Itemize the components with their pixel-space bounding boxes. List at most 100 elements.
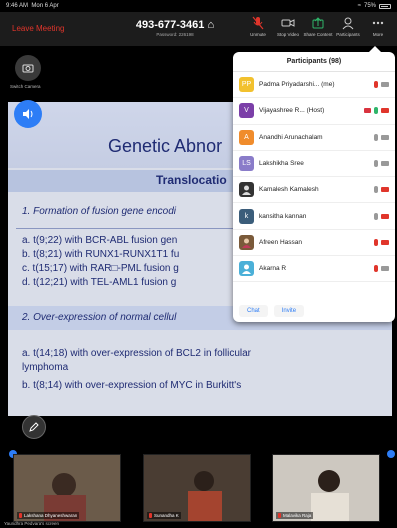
chat-button[interactable]: Chat <box>239 305 268 317</box>
meeting-info[interactable]: 493-677-3461 ⌂ Password: 226198 <box>120 19 230 37</box>
wifi-icon: ≈ <box>357 3 361 9</box>
unmute-button[interactable]: Unmute <box>243 16 273 37</box>
tile-name-label: Sunandha K <box>147 512 181 519</box>
toolbar-buttons: Unmute Stop Video Share Content Particip… <box>243 16 393 37</box>
battery-percent: 75% <box>363 3 376 9</box>
avatar: PP <box>239 77 254 93</box>
participant-status <box>374 133 389 141</box>
mic-icon <box>374 133 378 141</box>
mic-muted-icon <box>374 81 378 89</box>
share-content-button[interactable]: Share Content <box>303 16 333 37</box>
mic-icon <box>374 186 378 194</box>
video-off-icon <box>381 187 389 193</box>
slide-line: lymphoma <box>22 362 69 373</box>
slide-line: 1. Formation of fusion gene encodi <box>22 206 176 217</box>
slide-line: a. t(14;18) with over-expression of BCL2… <box>22 348 251 359</box>
video-icon <box>381 82 389 88</box>
participants-button[interactable]: Participants <box>333 16 363 37</box>
avatar: V <box>239 103 254 119</box>
more-button[interactable]: More <box>363 16 393 37</box>
participant-name: Afreen Hassan <box>259 238 302 246</box>
participant-row[interactable]: Afreen Hassan <box>233 230 395 257</box>
switch-camera-button[interactable] <box>15 55 41 81</box>
profile-photo-icon <box>242 238 251 248</box>
participant-name: kansitha kannan <box>259 212 307 220</box>
video-off-icon <box>381 213 389 219</box>
mic-icon <box>374 212 378 220</box>
invite-button[interactable]: Invite <box>273 305 305 317</box>
slide-title: Genetic Abnor <box>108 136 223 156</box>
mic-icon <box>374 107 378 115</box>
avatar <box>239 182 254 198</box>
scroll-right-indicator[interactable] <box>387 450 395 458</box>
participant-name: Lakshikha Sree <box>259 160 304 168</box>
meeting-toolbar: Leave Meeting 493-677-3461 ⌂ Password: 2… <box>0 12 397 46</box>
participants-footer: Chat Invite <box>233 300 395 322</box>
avatar: LS <box>239 156 254 172</box>
avatar: A <box>239 129 254 145</box>
participant-row[interactable]: Akarna R <box>233 256 395 283</box>
video-tile[interactable]: Lakshana Dhyaneshwaran <box>13 454 121 522</box>
meeting-id: 493-677-3461 ⌂ <box>135 19 215 31</box>
participant-row[interactable]: V Vijayashree R... (Host) <box>233 98 395 125</box>
participants-icon <box>342 17 354 30</box>
leave-meeting-button[interactable]: Leave Meeting <box>12 24 64 33</box>
mic-muted-icon <box>149 513 152 518</box>
avatar <box>239 234 254 250</box>
participant-status <box>364 107 389 115</box>
annotate-button[interactable] <box>22 415 46 439</box>
slide-line: b. t(8;21) with RUNX1-RUNX1T1 fu <box>22 249 180 260</box>
mic-muted-icon <box>19 513 22 518</box>
slide-line: a. t(9;22) with BCR-ABL fusion gen <box>22 235 178 246</box>
switch-camera-label: Switch Camera <box>10 84 41 89</box>
profile-photo-icon <box>242 185 251 196</box>
participant-name: Akarna R <box>259 265 287 273</box>
slide-line: d. t(12;21) with TEL-AML1 fusion g <box>22 277 177 288</box>
participant-name: Kamalesh Kamalesh <box>259 186 319 194</box>
slide-subtitle: Translocatio <box>156 173 227 187</box>
screen-share-owner-label: Yaundhra Pedvara's screen <box>4 521 60 526</box>
host-badge-icon <box>364 108 371 114</box>
participant-name: Padma Priyadarshi... (me) <box>259 81 335 89</box>
lock-icon: ⌂ <box>207 19 215 31</box>
participant-status <box>374 265 389 273</box>
participant-row[interactable]: A Anandhi Arunachalam <box>233 125 395 151</box>
participant-row[interactable]: Kamalesh Kamalesh <box>233 177 395 204</box>
tile-name-label: Lakshana Dhyaneshwaran <box>17 512 80 519</box>
video-icon <box>381 134 389 140</box>
video-tile[interactable]: Malavika Raja <box>272 454 380 522</box>
meeting-password: Password: 226198 <box>156 32 194 37</box>
video-icon <box>381 161 389 167</box>
share-icon <box>312 17 324 29</box>
participant-status <box>374 160 389 168</box>
participant-status <box>374 186 389 194</box>
video-icon <box>281 19 295 27</box>
profile-photo-icon <box>242 264 251 275</box>
battery-icon <box>379 3 391 9</box>
participant-status <box>374 238 389 246</box>
video-tile[interactable]: Sunandha K <box>143 454 251 522</box>
participants-panel: Participants (98) PP Padma Priyadarshi..… <box>233 46 395 322</box>
participant-row[interactable]: LS Lakshikha Sree <box>233 151 395 178</box>
unmute-icon <box>252 16 264 30</box>
video-off-icon <box>381 108 389 114</box>
more-icon <box>372 21 384 25</box>
mic-icon <box>374 160 378 168</box>
avatar <box>239 261 254 277</box>
slide-line: c. t(15;17) with RAR□-PML fusion g <box>22 263 179 274</box>
participant-row[interactable]: PP Padma Priyadarshi... (me) <box>233 72 395 99</box>
slide-line: b. t(8;14) with over-expression of MYC i… <box>22 380 242 391</box>
mic-muted-icon <box>278 513 281 518</box>
participant-status <box>374 212 389 220</box>
status-date: Mon 6 Apr <box>31 3 59 9</box>
participant-row[interactable]: k kansitha kannan <box>233 203 395 230</box>
video-off-icon <box>381 239 389 245</box>
mic-muted-icon <box>374 238 378 246</box>
audio-button[interactable] <box>14 100 42 128</box>
zoom-meeting-screen: 9:46 AM Mon 6 Apr ≈ 75% Leave Meeting 49… <box>0 0 397 528</box>
slide-line: 2. Over-expression of normal cellul <box>22 312 177 323</box>
participants-title: Participants (98) <box>233 52 395 72</box>
stop-video-button[interactable]: Stop Video <box>273 16 303 37</box>
tile-name-label: Malavika Raja <box>276 512 314 519</box>
status-time: 9:46 AM <box>6 3 29 9</box>
